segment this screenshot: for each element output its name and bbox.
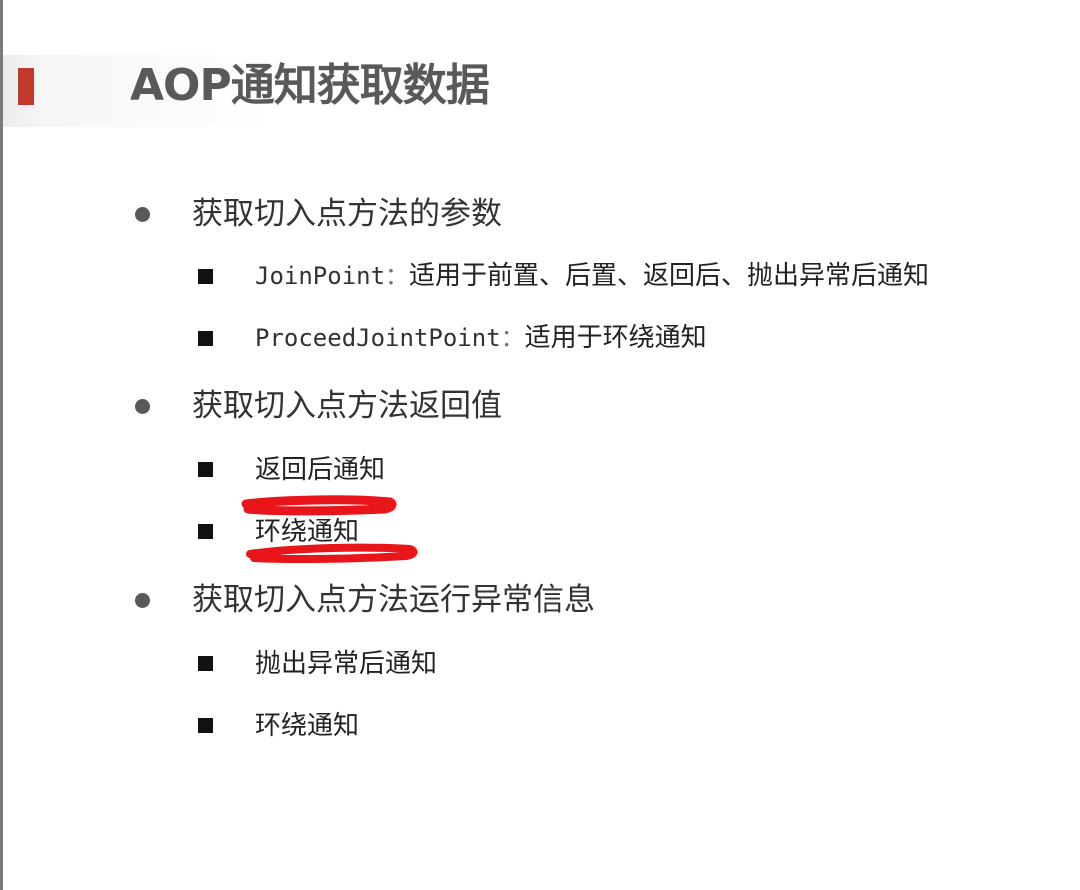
circle-bullet-icon xyxy=(135,207,150,222)
item-text: 环绕通知 xyxy=(255,711,360,741)
square-bullet-icon xyxy=(198,524,213,539)
square-bullet-icon xyxy=(198,462,213,477)
red-underline-mark xyxy=(246,543,418,564)
item-text: 适用于环绕通知 xyxy=(524,323,707,353)
square-bullet-icon xyxy=(198,718,213,733)
slide-title: AOP通知获取数据 xyxy=(130,60,490,111)
code-term: JoinPoint xyxy=(255,262,386,290)
section-label: 获取切入点方法返回值 xyxy=(192,388,502,424)
square-bullet-icon xyxy=(198,331,213,346)
list-item: 抛出异常后通知 xyxy=(255,646,437,682)
circle-bullet-icon xyxy=(135,399,150,414)
section-label: 获取切入点方法运行异常信息 xyxy=(192,582,595,618)
item-text: 适用于前置、后置、返回后、抛出异常后通知 xyxy=(409,261,930,291)
square-bullet-icon xyxy=(198,656,213,671)
code-term: ProceedJointPoint xyxy=(255,324,501,352)
list-item: 返回后通知 xyxy=(255,452,385,488)
separator: ： xyxy=(385,262,410,290)
item-text: 抛出异常后通知 xyxy=(255,649,438,679)
list-item: ProceedJointPoint：适用于环绕通知 xyxy=(255,320,707,356)
separator: ： xyxy=(500,324,525,352)
item-text: 返回后通知 xyxy=(255,455,386,485)
list-item: 环绕通知 xyxy=(255,708,359,744)
red-underline-mark xyxy=(241,495,397,516)
list-item: JoinPoint：适用于前置、后置、返回后、抛出异常后通知 xyxy=(255,258,929,294)
circle-bullet-icon xyxy=(135,593,150,608)
slide-left-border xyxy=(0,0,3,890)
square-bullet-icon xyxy=(198,269,213,284)
title-accent-bar xyxy=(18,68,34,105)
section-label: 获取切入点方法的参数 xyxy=(192,196,502,232)
